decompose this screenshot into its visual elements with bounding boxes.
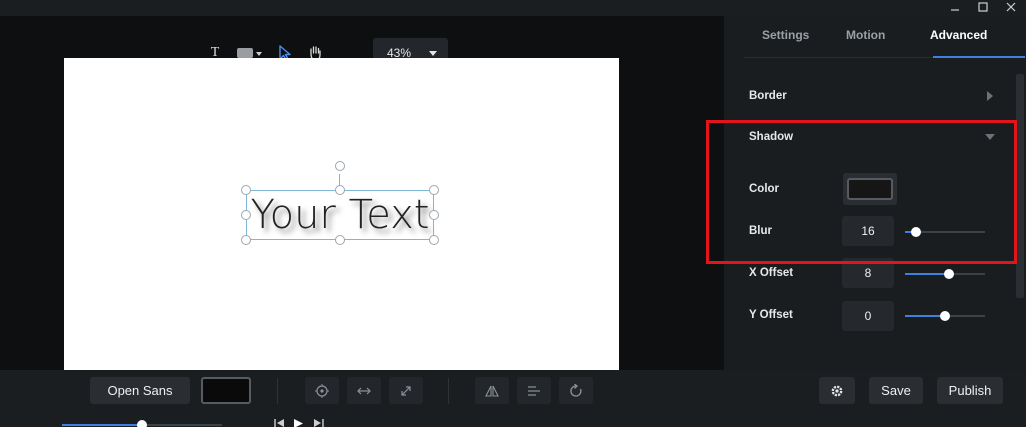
editor-app: T 43% Your Text Settings Motion Advanced… [0, 0, 1026, 427]
x-offset-slider[interactable] [905, 269, 985, 279]
y-offset-label: Y Offset [749, 309, 793, 321]
rotate-button[interactable] [559, 377, 593, 404]
bottom-toolbar: Open Sans Save Publish [0, 370, 1026, 427]
blur-label: Blur [749, 225, 772, 237]
resize-handle-right[interactable] [429, 210, 439, 220]
resize-handle-top[interactable] [335, 185, 345, 195]
y-offset-slider[interactable] [905, 311, 985, 321]
resize-handle-bottom-left[interactable] [241, 235, 251, 245]
chevron-right-icon[interactable] [987, 91, 993, 101]
toolbar-divider [448, 378, 449, 404]
timeline-playhead[interactable] [137, 420, 147, 427]
publish-button[interactable]: Publish [937, 377, 1003, 404]
blur-slider-knob[interactable] [911, 227, 921, 237]
transport-controls [272, 418, 326, 427]
x-offset-input[interactable]: 8 [842, 258, 894, 288]
toolbar-divider [277, 378, 278, 404]
flip-horizontal-icon [485, 385, 499, 397]
x-offset-slider-knob[interactable] [944, 269, 954, 279]
blur-slider[interactable] [905, 227, 985, 237]
resize-handle-top-left[interactable] [241, 185, 251, 195]
window-controls [946, 0, 1020, 14]
align-text-button[interactable] [517, 377, 551, 404]
text-align-icon [528, 385, 540, 396]
gear-icon [831, 385, 843, 396]
active-tab-indicator [933, 56, 1025, 58]
flip-button[interactable] [475, 377, 509, 404]
horizontal-arrows-icon [357, 387, 371, 394]
selection-frame [246, 190, 434, 240]
shadow-color-label: Color [749, 183, 780, 195]
resize-handle-top-right[interactable] [429, 185, 439, 195]
skip-forward-icon[interactable] [312, 418, 326, 427]
panel-scrollbar[interactable] [1016, 74, 1024, 298]
target-icon [315, 383, 329, 398]
maximize-icon[interactable] [974, 0, 992, 14]
rotation-handle[interactable] [335, 161, 345, 171]
minimize-icon[interactable] [946, 0, 964, 14]
font-family-button[interactable]: Open Sans [90, 377, 190, 404]
rotate-icon [570, 383, 582, 397]
border-section-label[interactable]: Border [749, 90, 787, 102]
close-icon[interactable] [1002, 0, 1020, 14]
resize-handle-bottom-right[interactable] [429, 235, 439, 245]
shadow-color-swatch [847, 178, 893, 200]
text-element[interactable]: Your Text [241, 161, 439, 245]
resize-handle-bottom[interactable] [335, 235, 345, 245]
resize-handle-left[interactable] [241, 210, 251, 220]
timeline-scrubber[interactable] [62, 420, 222, 427]
skip-back-icon[interactable] [272, 418, 286, 427]
tab-advanced[interactable]: Advanced [930, 28, 987, 42]
chevron-down-icon[interactable] [985, 134, 995, 140]
y-offset-input[interactable]: 0 [842, 301, 894, 331]
y-offset-slider-knob[interactable] [940, 311, 950, 321]
canvas-area: T 43% Your Text [0, 16, 724, 370]
play-icon[interactable] [286, 418, 312, 427]
align-center-button[interactable] [305, 377, 339, 404]
text-color-button[interactable] [201, 377, 251, 404]
canvas-stage[interactable]: Your Text [64, 58, 619, 370]
chevron-down-icon [429, 51, 437, 56]
tab-settings[interactable]: Settings [762, 28, 809, 42]
title-bar [0, 0, 1026, 16]
fit-width-button[interactable] [347, 377, 381, 404]
tab-motion[interactable]: Motion [846, 28, 885, 42]
panel-tabs: Settings Motion Advanced [744, 16, 1026, 58]
shadow-section-label[interactable]: Shadow [749, 131, 793, 143]
blur-input[interactable]: 16 [842, 216, 894, 246]
expand-button[interactable] [389, 377, 423, 404]
x-offset-label: X Offset [749, 267, 794, 279]
settings-button[interactable] [819, 377, 855, 404]
expand-diagonal-icon [401, 385, 411, 396]
properties-panel: Settings Motion Advanced Border Shadow C… [724, 16, 1026, 370]
save-button[interactable]: Save [869, 377, 923, 404]
shadow-color-picker[interactable] [843, 173, 897, 205]
